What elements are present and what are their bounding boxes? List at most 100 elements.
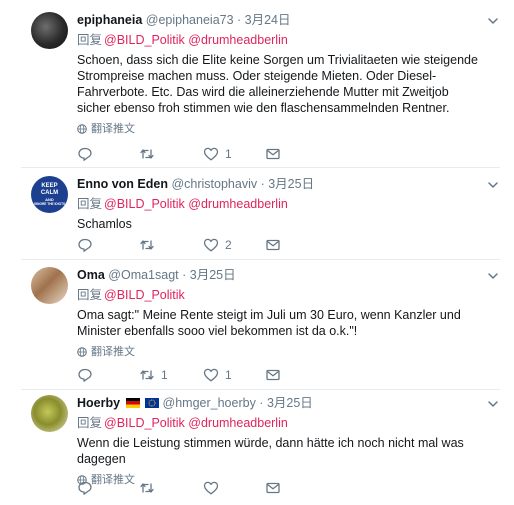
separator: · xyxy=(257,177,269,191)
retweet-icon xyxy=(140,240,154,250)
separator: · xyxy=(255,396,267,410)
tweet-header: epiphaneia @epiphaneia73 · 3月24日 xyxy=(77,12,484,28)
like-count: 1 xyxy=(225,368,232,382)
like-button[interactable]: 1 xyxy=(203,146,232,162)
handle[interactable]: @Oma1sagt xyxy=(108,268,178,282)
avatar[interactable] xyxy=(31,12,68,49)
avatar[interactable] xyxy=(31,395,68,432)
like-button[interactable]: 1 xyxy=(203,367,232,383)
timestamp[interactable]: 3月25日 xyxy=(267,396,313,410)
tweet-header: Enno von Eden @christophaviv · 3月25日 xyxy=(77,176,484,192)
chevron-down-icon[interactable] xyxy=(486,178,500,192)
timestamp[interactable]: 3月25日 xyxy=(268,177,314,191)
display-name[interactable]: Hoerby xyxy=(77,396,120,410)
retweet-button[interactable]: 1 xyxy=(139,367,168,383)
action-bar: 2 xyxy=(77,237,307,253)
tweet-text: Oma sagt:" Meine Rente steigt im Juli um… xyxy=(77,308,461,338)
tweet[interactable]: epiphaneia @epiphaneia73 · 3月24日 回复 @BILD… xyxy=(21,12,500,168)
tweet-text: Schoen, dass sich die Elite keine Sorgen… xyxy=(77,53,478,115)
retweet-icon xyxy=(140,483,154,493)
dm-button[interactable] xyxy=(265,237,281,253)
reply-icon xyxy=(78,238,92,252)
timestamp[interactable]: 3月24日 xyxy=(245,13,291,27)
translate-link[interactable]: 翻译推文 xyxy=(77,345,484,359)
dm-button[interactable] xyxy=(265,367,281,383)
tweet-content: epiphaneia @epiphaneia73 · 3月24日 回复 @BILD… xyxy=(77,12,484,136)
tweet[interactable]: Oma @Oma1sagt · 3月25日 回复 @BILD_Politik Om… xyxy=(21,267,500,390)
tweet-text: Schamlos xyxy=(77,217,132,231)
reply-icon xyxy=(78,147,92,161)
display-name[interactable]: Oma xyxy=(77,268,105,282)
germany-flag-icon xyxy=(125,398,140,408)
dm-button[interactable] xyxy=(265,146,281,162)
mention-links[interactable]: @BILD_Politik @drumheadberlin xyxy=(104,416,288,430)
separator: · xyxy=(178,268,190,282)
action-bar: 1 1 xyxy=(77,367,307,383)
translate-label[interactable]: 翻译推文 xyxy=(91,122,135,136)
retweet-button[interactable] xyxy=(139,237,161,253)
reply-button[interactable] xyxy=(77,367,99,383)
tweet-content: Enno von Eden @christophaviv · 3月25日 回复 @… xyxy=(77,176,484,232)
tweet-content: Hoerby @hmger_hoerby · 3月25日 回复 @BILD_Pol… xyxy=(77,395,484,487)
action-bar: 1 xyxy=(77,146,307,162)
mention-links[interactable]: @BILD_Politik @drumheadberlin xyxy=(104,197,288,211)
tweet[interactable]: Hoerby @hmger_hoerby · 3月25日 回复 @BILD_Pol… xyxy=(21,395,500,505)
reply-context: 回复 @BILD_Politik @drumheadberlin xyxy=(77,32,484,48)
tweet[interactable]: KEEP CALM AND IGNORE THE IDIOTS Enno von… xyxy=(21,176,500,260)
retweet-button[interactable] xyxy=(139,480,161,496)
tweet-content: Oma @Oma1sagt · 3月25日 回复 @BILD_Politik Om… xyxy=(77,267,484,359)
mention-links[interactable]: @BILD_Politik xyxy=(104,288,185,302)
tweet-header: Oma @Oma1sagt · 3月25日 xyxy=(77,267,484,283)
dm-icon xyxy=(266,369,280,381)
dm-button[interactable] xyxy=(265,480,281,496)
reply-label: 回复 xyxy=(77,197,103,211)
like-count: 2 xyxy=(225,238,232,252)
avatar[interactable] xyxy=(31,267,68,304)
reply-icon xyxy=(78,368,92,382)
tweet-timeline: epiphaneia @epiphaneia73 · 3月24日 回复 @BILD… xyxy=(0,0,514,505)
retweet-button[interactable] xyxy=(139,146,161,162)
retweet-count: 1 xyxy=(161,368,168,382)
chevron-down-icon[interactable] xyxy=(486,397,500,411)
dm-icon xyxy=(266,239,280,251)
retweet-icon xyxy=(140,149,154,159)
reply-context: 回复 @BILD_Politik xyxy=(77,287,484,303)
tweet-divider xyxy=(21,167,500,168)
reply-label: 回复 xyxy=(77,416,103,430)
display-name[interactable]: epiphaneia xyxy=(77,13,142,27)
like-button[interactable]: 2 xyxy=(203,237,232,253)
handle[interactable]: @epiphaneia73 xyxy=(146,13,234,27)
reply-button[interactable] xyxy=(77,237,99,253)
translate-link[interactable]: 翻译推文 xyxy=(77,122,484,136)
like-icon xyxy=(203,147,219,161)
display-name[interactable]: Enno von Eden xyxy=(77,177,168,191)
like-button[interactable] xyxy=(203,480,225,496)
reply-icon xyxy=(78,481,92,495)
translate-label[interactable]: 翻译推文 xyxy=(91,345,135,359)
avatar-text: KEEP xyxy=(41,183,58,189)
dm-icon xyxy=(266,482,280,494)
like-icon xyxy=(203,238,219,252)
globe-icon xyxy=(77,347,87,357)
tweet-text: Wenn die Leistung stimmen würde, dann hä… xyxy=(77,436,464,466)
chevron-down-icon[interactable] xyxy=(486,269,500,283)
globe-icon xyxy=(77,124,87,134)
reply-context: 回复 @BILD_Politik @drumheadberlin xyxy=(77,196,484,212)
avatar-text: IGNORE THE IDIOTS xyxy=(33,202,66,206)
handle[interactable]: @hmger_hoerby xyxy=(163,396,256,410)
chevron-down-icon[interactable] xyxy=(486,14,500,28)
mention-links[interactable]: @BILD_Politik @drumheadberlin xyxy=(104,33,288,47)
tweet-header: Hoerby @hmger_hoerby · 3月25日 xyxy=(77,395,484,411)
like-count: 1 xyxy=(225,147,232,161)
reply-context: 回复 @BILD_Politik @drumheadberlin xyxy=(77,415,484,431)
avatar-text: CALM xyxy=(40,190,59,196)
separator: · xyxy=(233,13,245,27)
handle[interactable]: @christophaviv xyxy=(171,177,257,191)
timestamp[interactable]: 3月25日 xyxy=(190,268,236,282)
reply-label: 回复 xyxy=(77,288,103,302)
reply-label: 回复 xyxy=(77,33,103,47)
action-bar xyxy=(77,480,307,496)
reply-button[interactable] xyxy=(77,480,99,496)
reply-button[interactable] xyxy=(77,146,99,162)
avatar[interactable]: KEEP CALM AND IGNORE THE IDIOTS xyxy=(31,176,68,213)
